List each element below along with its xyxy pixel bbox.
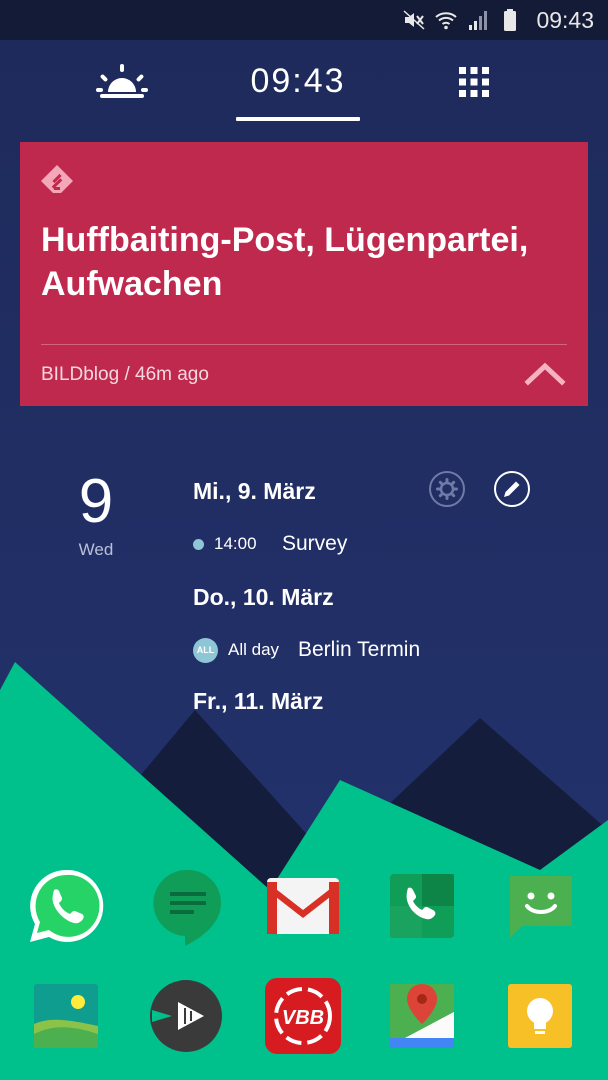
- feed-source-meta: BILDblog / 46m ago: [41, 364, 209, 385]
- app-vbb[interactable]: VBB: [263, 976, 343, 1056]
- app-messages[interactable]: [500, 866, 580, 946]
- chevron-up-icon[interactable]: [524, 358, 566, 388]
- vbb-icon: VBB: [265, 978, 341, 1054]
- hangouts-icon: [153, 869, 221, 946]
- signal-icon: [469, 11, 488, 30]
- active-tab-indicator: [236, 117, 360, 121]
- app-hangouts[interactable]: [148, 866, 228, 946]
- feed-title[interactable]: Huffbaiting-Post, Lügenpartei, Aufwachen: [41, 218, 561, 306]
- app-whatsapp[interactable]: [26, 866, 106, 946]
- app-maps[interactable]: [382, 976, 462, 1056]
- app-keep[interactable]: [500, 976, 580, 1056]
- sunrise-icon[interactable]: [96, 64, 148, 100]
- feed-card[interactable]: Huffbaiting-Post, Lügenpartei, Aufwachen…: [20, 142, 588, 406]
- gmail-icon: [267, 878, 339, 934]
- event-title: Survey: [282, 532, 348, 555]
- app-phone[interactable]: [382, 866, 462, 946]
- event-time: 14:00: [214, 534, 257, 553]
- date-header[interactable]: Fr., 11. März: [193, 688, 323, 715]
- event-title: Berlin Termin: [298, 638, 421, 661]
- maps-icon: [390, 984, 454, 1048]
- phone-icon: [390, 874, 454, 938]
- edit-pencil-icon[interactable]: [493, 470, 531, 508]
- settings-gear-icon[interactable]: [428, 470, 466, 508]
- gallery-icon: [34, 984, 98, 1048]
- status-time: 09:43: [536, 6, 594, 33]
- feed-divider: [41, 344, 567, 345]
- today-day-number: 9: [78, 467, 114, 536]
- messages-icon: [510, 876, 572, 938]
- today-day-name: Wed: [78, 540, 114, 559]
- app-gmail[interactable]: [263, 866, 343, 946]
- top-nav: 09:43: [0, 40, 608, 124]
- clock-time: 09:43: [250, 62, 346, 100]
- mute-icon: [403, 10, 425, 30]
- all-day-badge: ALL: [193, 637, 218, 663]
- whatsapp-icon: [30, 869, 104, 942]
- battery-icon: [504, 9, 517, 31]
- event-color-dot: [193, 538, 204, 550]
- app-gallery[interactable]: [26, 976, 106, 1056]
- event-row[interactable]: 14:00 Survey: [193, 530, 347, 558]
- wifi-icon: [435, 12, 458, 30]
- event-row[interactable]: ALL All day Berlin Termin: [193, 636, 420, 664]
- date-header[interactable]: Mi., 9. März: [193, 478, 316, 505]
- feedly-icon: [41, 165, 73, 193]
- calendar-widget: 9 Wed Mi., 9. März 14:00 Survey Do., 10.…: [0, 460, 608, 720]
- vbb-logo-text: VBB: [282, 1007, 324, 1029]
- tab-clock[interactable]: 09:43: [236, 62, 360, 121]
- date-header[interactable]: Do., 10. März: [193, 584, 334, 611]
- status-bar: 09:43: [0, 0, 608, 40]
- music-player-icon: [150, 980, 222, 1052]
- app-grid-icon[interactable]: [458, 66, 490, 98]
- keep-icon: [508, 984, 572, 1048]
- event-time: All day: [228, 640, 280, 659]
- app-music-player[interactable]: [146, 976, 226, 1056]
